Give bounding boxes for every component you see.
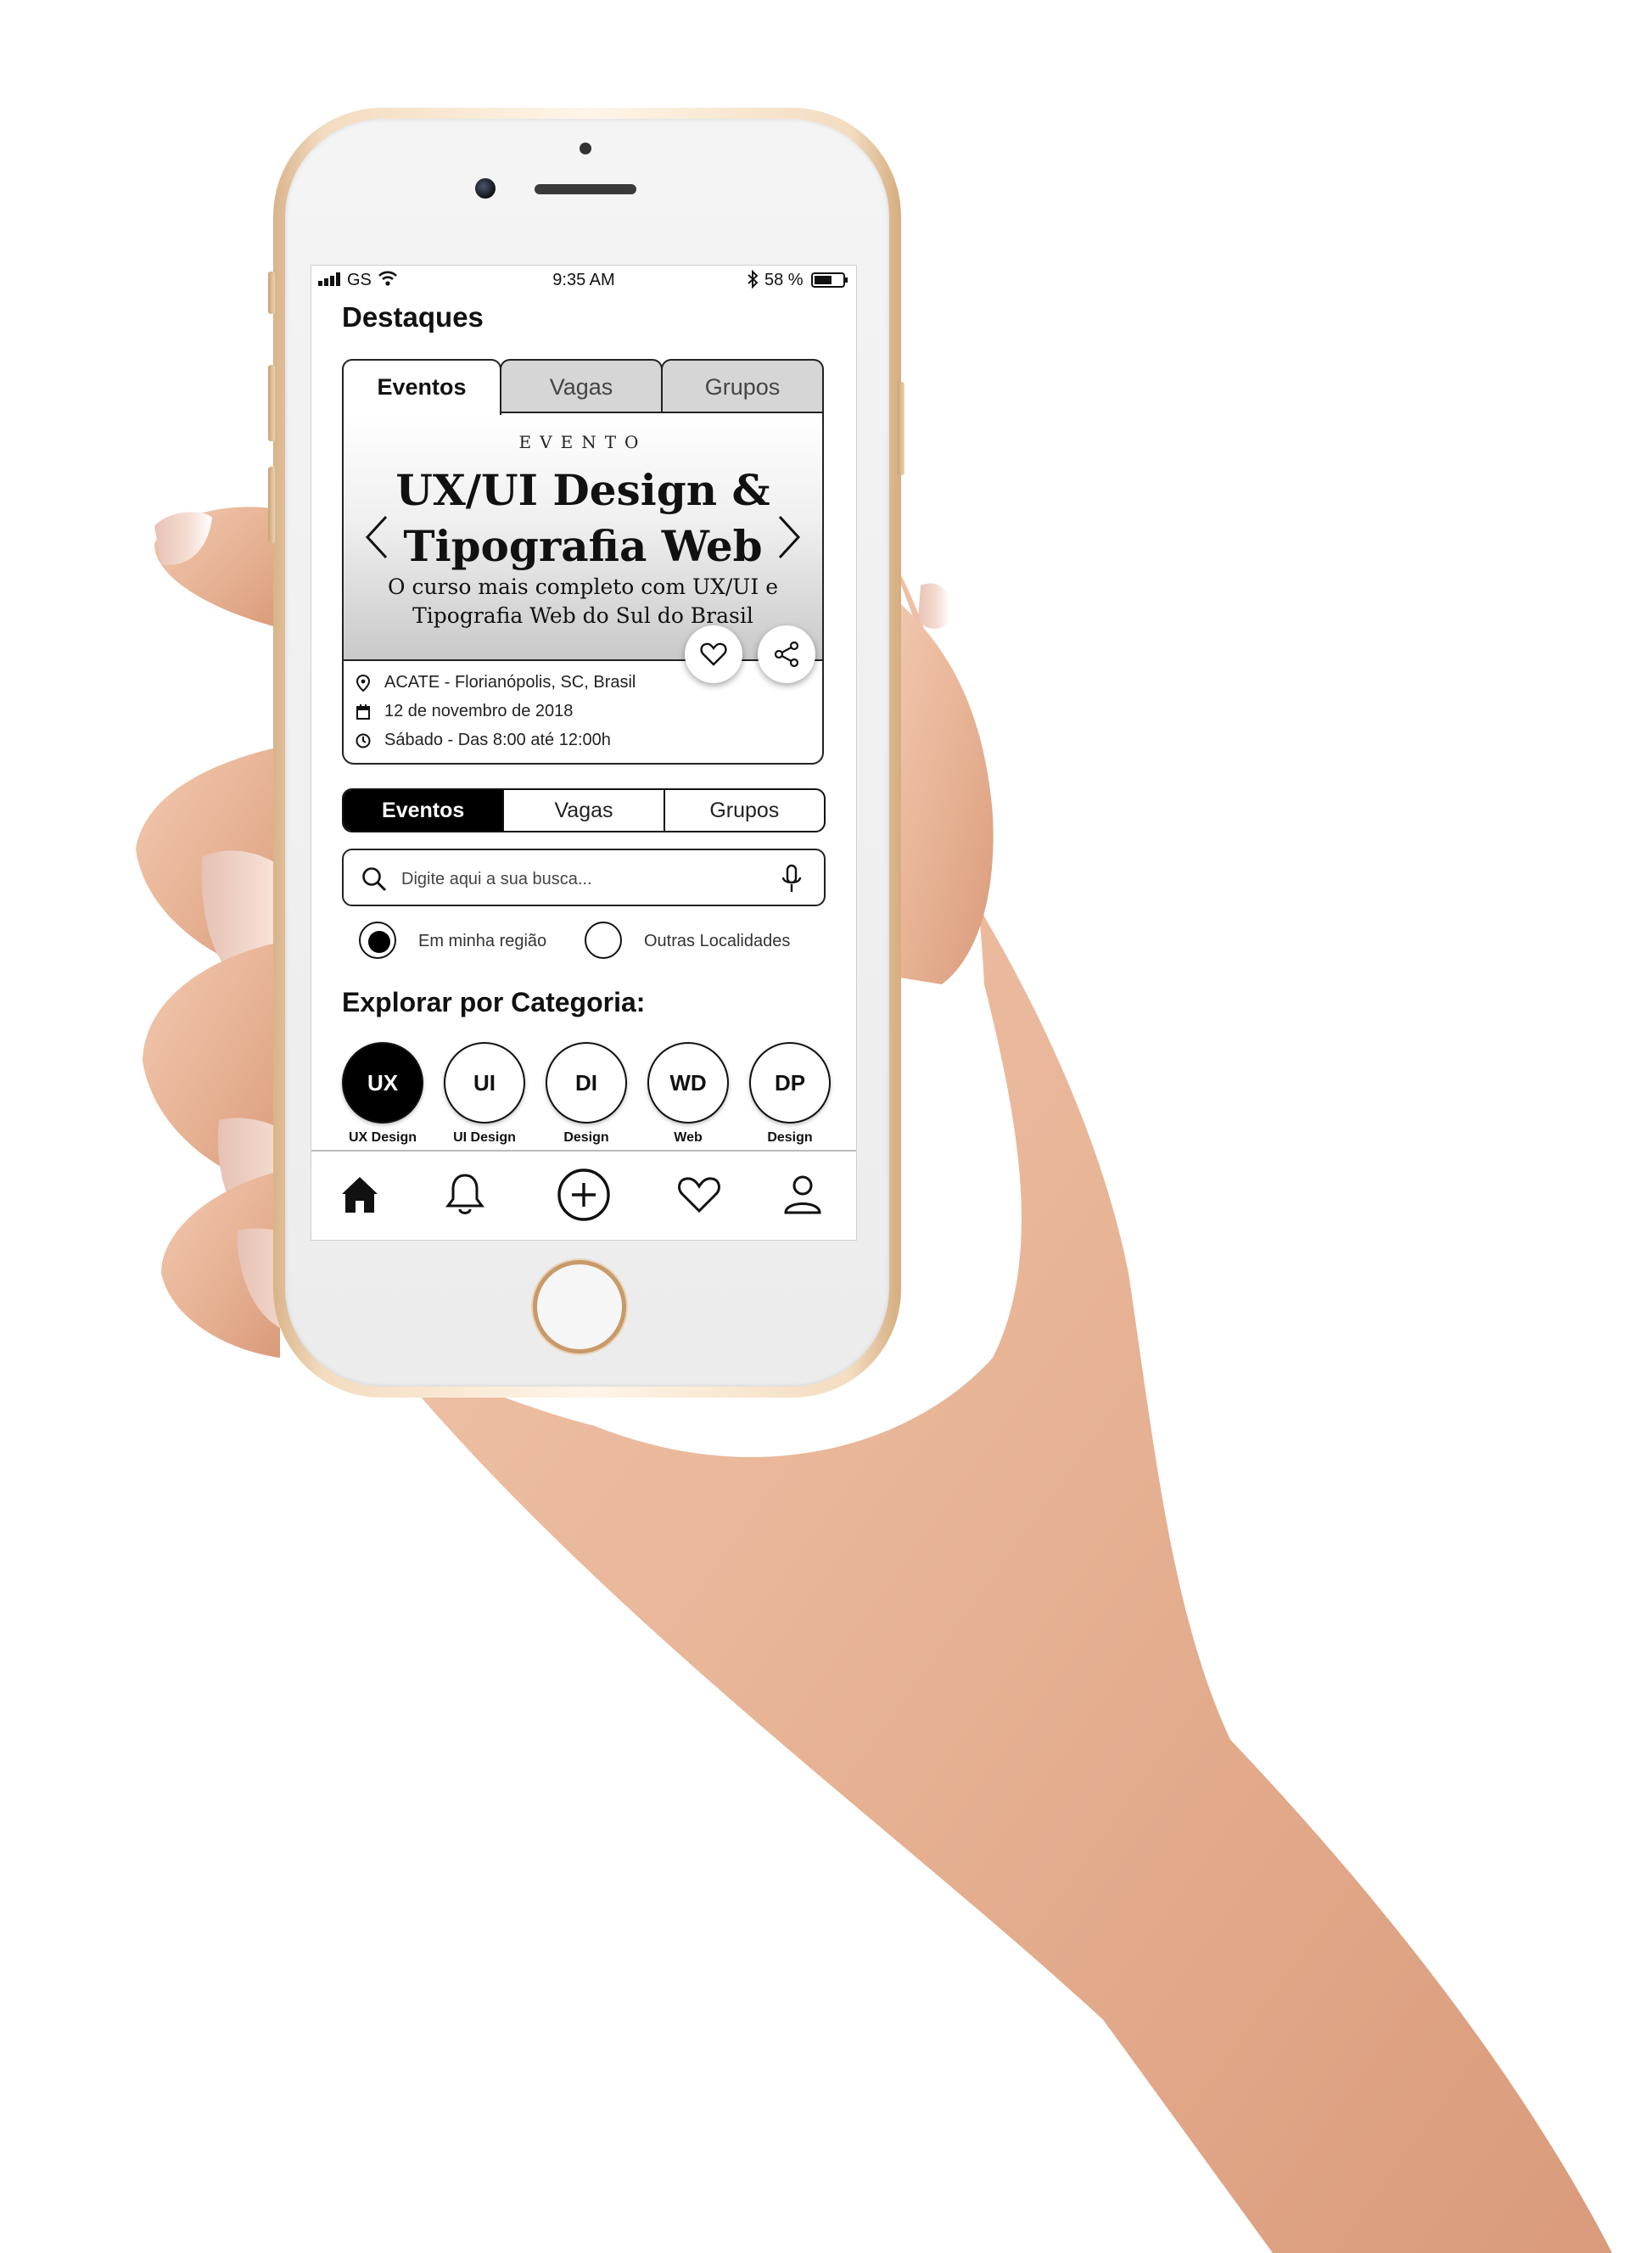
chevron-left-icon[interactable]	[364, 513, 389, 561]
location-pin-icon	[356, 675, 371, 692]
phone-power-button	[898, 382, 904, 475]
battery-icon	[811, 272, 848, 288]
category-dp[interactable]: DP Design	[749, 1042, 831, 1146]
event-subtitle: O curso mais completo com UX/UI e Tipogr…	[344, 573, 822, 631]
radio-label-minha-regiao: Em minha região	[418, 932, 547, 950]
search-input[interactable]	[400, 864, 759, 894]
category-ui-badge: UI	[444, 1042, 525, 1124]
radio-label-outras-localidades: Outras Localidades	[644, 932, 791, 950]
category-ux-badge: UX	[342, 1042, 423, 1124]
microphone-icon[interactable]	[781, 864, 803, 894]
filter-tab-grupos[interactable]: Grupos	[663, 790, 824, 831]
nav-notifications[interactable]	[437, 1167, 493, 1223]
search-bar	[342, 849, 826, 906]
bluetooth-icon	[748, 270, 759, 289]
category-wd[interactable]: WD Web	[647, 1042, 729, 1146]
home-button[interactable]	[533, 1260, 626, 1353]
event-banner[interactable]: EVENTO UX/UI Design & Tipografia Web O c…	[344, 413, 822, 661]
radio-ring	[359, 922, 396, 959]
share-icon	[774, 641, 799, 668]
home-icon	[342, 1177, 378, 1213]
filter-segmented-control: Eventos Vagas Grupos	[342, 788, 826, 832]
nav-profile[interactable]	[775, 1167, 831, 1223]
radio-minha-regiao[interactable]: Em minha região	[359, 922, 554, 962]
category-ux-label: UX Design	[348, 1130, 417, 1145]
front-camera	[475, 178, 496, 199]
nav-home[interactable]	[332, 1167, 388, 1223]
category-di[interactable]: DI Design	[546, 1042, 627, 1146]
filter-tab-vagas[interactable]: Vagas	[502, 790, 663, 831]
category-dp-label: Design	[767, 1130, 813, 1145]
heart-icon	[700, 642, 727, 666]
filter-tab-eventos[interactable]: Eventos	[344, 790, 503, 831]
event-date: 12 de novembro de 2018	[384, 702, 574, 720]
app-screen: GS 9:35 AM 58 % Destaques Eventos Vagas …	[311, 265, 857, 1241]
bottom-tab-bar	[311, 1150, 856, 1240]
radio-selected-dot	[368, 931, 390, 953]
chevron-right-icon[interactable]	[776, 513, 802, 561]
add-icon	[557, 1169, 610, 1221]
event-time: Sábado - Das 8:00 até 12:00h	[384, 731, 611, 749]
category-dp-badge: DP	[749, 1042, 831, 1124]
category-ui[interactable]: UI UI Design	[444, 1042, 525, 1146]
card-tab-eventos[interactable]: Eventos	[342, 359, 501, 415]
bell-icon	[445, 1174, 484, 1214]
event-kicker: EVENTO	[518, 432, 647, 452]
profile-icon	[784, 1175, 821, 1214]
status-bar: GS 9:35 AM 58 %	[311, 266, 856, 294]
event-subtitle-line1: O curso mais completo com UX/UI e	[388, 574, 778, 599]
event-subtitle-line2: Tipografia Web do Sul do Brasil	[412, 603, 753, 628]
radio-outras-localidades[interactable]: Outras Localidades	[585, 922, 805, 962]
search-icon	[362, 867, 387, 892]
card-tab-vagas[interactable]: Vagas	[500, 359, 663, 413]
page-title: Destaques	[342, 301, 484, 333]
category-wd-label: Web	[674, 1130, 703, 1145]
favorite-button[interactable]	[685, 625, 742, 683]
share-button[interactable]	[758, 625, 815, 683]
category-wd-badge: WD	[647, 1042, 729, 1124]
nav-add[interactable]	[556, 1167, 612, 1223]
category-ui-label: UI Design	[453, 1130, 516, 1145]
proximity-sensor	[580, 143, 591, 154]
clock-icon	[356, 733, 371, 748]
category-di-label: Design	[563, 1130, 609, 1145]
featured-event-card[interactable]: EVENTO UX/UI Design & Tipografia Web O c…	[342, 412, 824, 765]
event-location: ACATE - Florianópolis, SC, Brasil	[384, 673, 636, 692]
event-headline-line2: Tipografia Web	[403, 521, 763, 571]
calendar-icon	[356, 704, 370, 720]
event-headline-line1: UX/UI Design &	[395, 465, 770, 515]
earpiece-speaker	[535, 184, 636, 194]
event-headline: UX/UI Design & Tipografia Web	[344, 462, 822, 574]
radio-ring	[585, 922, 622, 959]
category-ux[interactable]: UX UX Design	[342, 1042, 423, 1146]
nav-favorites[interactable]	[671, 1167, 727, 1223]
battery-percent: 58 %	[764, 271, 804, 289]
phone-volume-up	[268, 365, 275, 441]
category-section-title: Explorar por Categoria:	[342, 987, 646, 1017]
category-di-badge: DI	[546, 1042, 627, 1124]
card-tab-grupos[interactable]: Grupos	[661, 359, 824, 413]
phone-mute-switch	[268, 272, 275, 314]
phone-volume-down	[268, 467, 275, 543]
heart-icon	[678, 1177, 720, 1213]
